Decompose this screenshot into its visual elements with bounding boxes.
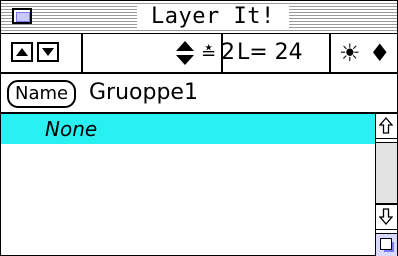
pin-icon[interactable]: ♦ [369, 38, 391, 68]
title-bar[interactable]: Layer It! [1, 1, 397, 34]
layer-stepper-cell: ≛ 2 [83, 34, 235, 72]
arrow-down-button[interactable] [37, 42, 59, 62]
visibility-cell: ☀ ♦ [331, 34, 397, 72]
l-value-cell: L= 24 [223, 34, 331, 72]
arrows-cell [1, 34, 83, 72]
scroll-up-icon [379, 117, 393, 134]
resize-box-icon[interactable] [376, 233, 397, 256]
layer-it-window: Layer It! ≛ 2 L= 24 ☀ ♦ Name Gruoppe1 No… [0, 0, 398, 256]
scroll-down-button[interactable] [376, 204, 397, 230]
layer-z-icon: ≛ [201, 43, 217, 64]
scroll-track[interactable] [376, 142, 397, 204]
window-title: Layer It! [137, 4, 289, 30]
layer-list: None [1, 114, 376, 255]
scroll-up-button[interactable] [376, 114, 397, 139]
close-box-icon[interactable] [12, 8, 32, 24]
l-value: L= 24 [237, 40, 303, 65]
stepper-icon[interactable] [176, 41, 194, 65]
list-item-label: None [45, 117, 98, 141]
list-item[interactable]: None [1, 114, 375, 144]
toolbar: ≛ 2 L= 24 ☀ ♦ [1, 34, 397, 74]
arrow-up-button[interactable] [11, 42, 33, 62]
name-row: Name Gruoppe1 [1, 74, 397, 114]
group-name[interactable]: Gruoppe1 [89, 78, 198, 108]
scroll-down-icon [379, 208, 393, 225]
bulb-icon[interactable]: ☀ [339, 38, 361, 68]
name-button[interactable]: Name [7, 80, 77, 108]
